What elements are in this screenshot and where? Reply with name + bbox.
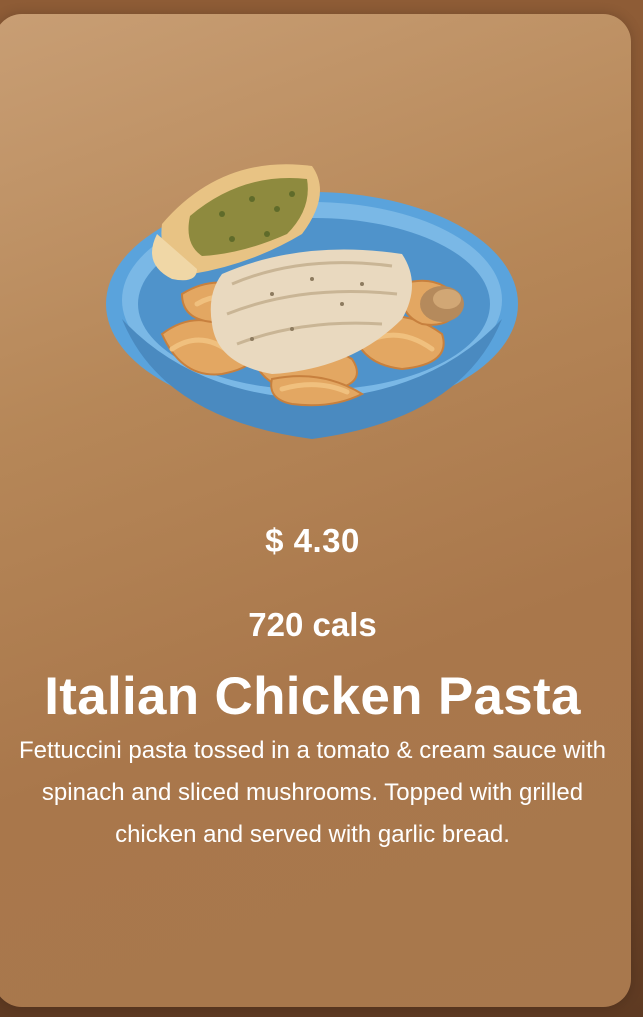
calories-label: 720 cals xyxy=(248,606,377,643)
menu-item-card[interactable]: $ 4.30 720 cals Italian Chicken Pasta Fe… xyxy=(0,14,631,1007)
item-name: Italian Chicken Pasta xyxy=(44,667,581,726)
price-label: $ 4.30 xyxy=(265,522,360,559)
item-description: Fettuccini pasta tossed in a tomato & cr… xyxy=(19,737,606,848)
pasta-bowl-image xyxy=(106,164,518,439)
